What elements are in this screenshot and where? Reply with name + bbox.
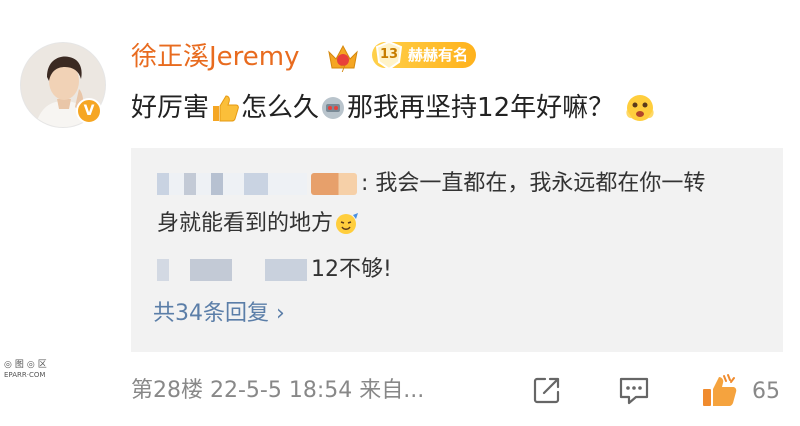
thumbs-up-icon (213, 95, 239, 122)
blurred-badge (311, 173, 357, 195)
reply-item: 12不够! (157, 254, 392, 286)
level-badge: 13 赫赫有名 (372, 40, 477, 70)
comment-text: 好厉害 怎么久 那我再坚持12年好嘛？ (131, 90, 656, 126)
comment-icon (619, 377, 649, 405)
level-number: 13 (379, 47, 399, 62)
comment-part-2: 怎么久 (241, 93, 320, 123)
comment-button[interactable] (617, 374, 651, 410)
username[interactable]: 徐正溪Jeremy (131, 40, 300, 74)
watermark: ◎图◎区 EPARR·COM (4, 360, 50, 380)
like-count: 65 (752, 379, 780, 404)
comment-part-3: 那我再坚持12年好嘛？ (347, 93, 615, 123)
reply-item: : 我会一直都在，我永远都在你一转 (157, 168, 705, 200)
comment-part-1: 好厉害 (131, 93, 210, 123)
watermark-line-1: ◎图◎区 (4, 360, 50, 370)
share-button[interactable] (531, 374, 563, 410)
replies-box[interactable]: : 我会一直都在，我永远都在你一转 身就能看到的地方 12不够! 共34条回复 … (131, 148, 783, 352)
share-icon (533, 377, 560, 404)
like-thumb-icon (703, 374, 737, 406)
blurred-username (157, 173, 307, 195)
level-title: 赫赫有名 (408, 46, 469, 64)
crown-level: 7 (340, 65, 346, 74)
reply-text-3: 12不够! (311, 257, 392, 282)
post-meta: 第28楼 22-5-5 18:54 来自... (131, 378, 425, 403)
blurred-username (157, 259, 307, 281)
watermark-line-2: EPARR·COM (4, 371, 46, 379)
reply-text-2: 身就能看到的地方 (157, 211, 334, 236)
like-button[interactable] (700, 372, 740, 414)
crown-icon: 7 (325, 40, 361, 78)
shocked-face-icon (626, 95, 654, 121)
reply-item-continued: 身就能看到的地方 (157, 208, 359, 240)
cheering-face-icon (336, 213, 359, 234)
verified-badge: V (76, 98, 102, 124)
reply-text-1: : 我会一直都在，我永远都在你一转 (361, 171, 706, 196)
robot-icon (322, 97, 345, 119)
more-replies-link[interactable]: 共34条回复 › (153, 298, 285, 330)
